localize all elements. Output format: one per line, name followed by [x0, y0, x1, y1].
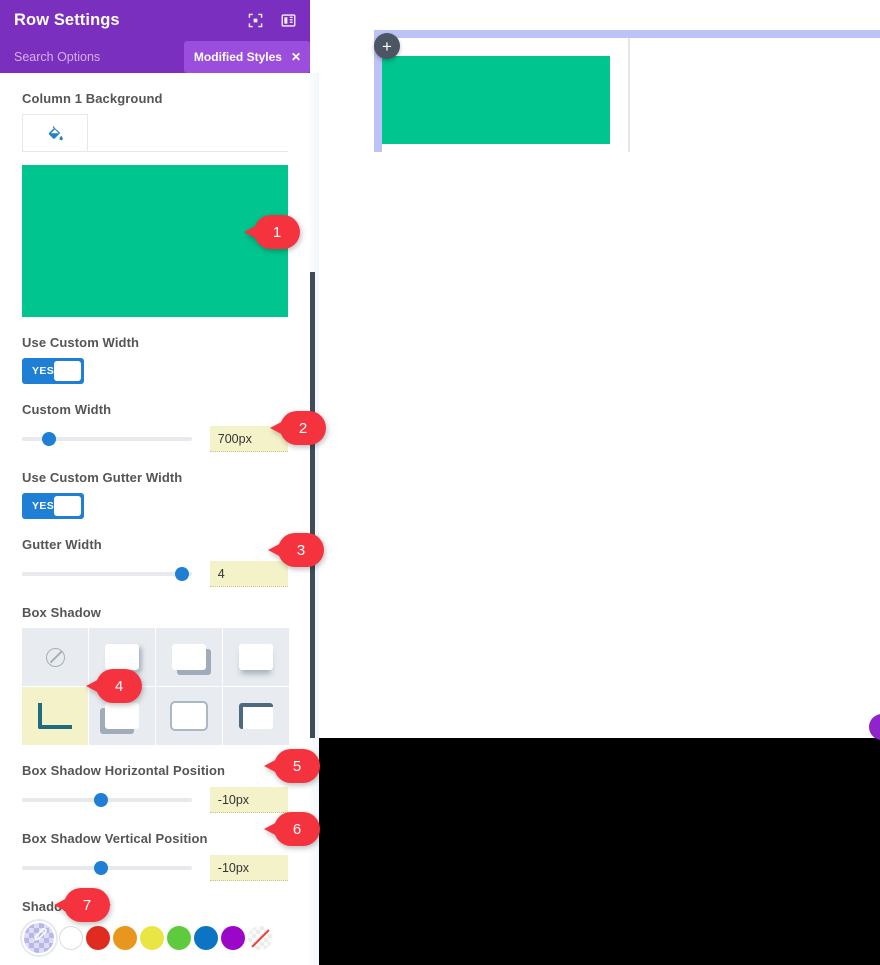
box-shadow-vertical-input[interactable]: -10px [209, 855, 288, 881]
toggle-value: YES [32, 500, 55, 512]
builder-preview-canvas [374, 30, 880, 152]
annotation-pin-4: 4 [86, 669, 142, 703]
swatch-white[interactable] [59, 926, 83, 950]
box-shadow-none-preset[interactable] [22, 628, 88, 686]
use-custom-width-label: Use Custom Width [22, 335, 140, 350]
annotation-pin-6: 6 [264, 812, 320, 846]
shadow-swatch [239, 644, 273, 670]
toggle-value: YES [32, 365, 55, 377]
pin-number: 5 [274, 749, 320, 783]
shadow-swatch [38, 703, 72, 729]
swatch-yellow[interactable] [140, 926, 164, 950]
pin-number: 4 [96, 669, 142, 703]
row-top-border [374, 30, 880, 38]
paint-bucket-icon [47, 125, 64, 142]
shadow-swatch [239, 703, 273, 729]
pin-number: 7 [64, 888, 110, 922]
add-module-button-column-2[interactable]: + [374, 33, 400, 59]
layout-panel-icon[interactable] [281, 13, 296, 28]
box-shadow-vertical-row: -10px [22, 855, 288, 881]
box-shadow-hard-offset-preset[interactable] [156, 628, 222, 686]
slider-handle[interactable] [174, 567, 189, 581]
swatch-none[interactable] [248, 926, 272, 950]
shadow-swatch [105, 703, 139, 729]
background-color-tab[interactable] [22, 114, 88, 152]
shadow-swatch [105, 644, 139, 670]
box-shadow-horizontal-input[interactable]: -10px [209, 787, 288, 813]
pin-number: 1 [254, 215, 300, 249]
column-background-label: Column 1 Background [22, 91, 163, 106]
swatch-green[interactable] [167, 926, 191, 950]
pin-number: 2 [280, 411, 326, 445]
swatch-blue[interactable] [194, 926, 218, 950]
gutter-width-slider[interactable] [22, 561, 192, 587]
swatch-purple[interactable] [221, 926, 245, 950]
box-shadow-outline-preset[interactable] [156, 687, 222, 745]
box-shadow-vertical-slider[interactable] [22, 855, 192, 881]
plus-icon: + [382, 36, 392, 56]
background-type-rest [88, 114, 288, 151]
use-custom-gutter-width-label: Use Custom Gutter Width [22, 470, 183, 485]
box-shadow-bracket-top-left-preset[interactable] [223, 687, 289, 745]
gutter-width-row: 4 [22, 561, 288, 587]
box-shadow-horizontal-row: -10px [22, 787, 288, 813]
pin-number: 3 [278, 533, 324, 567]
box-shadow-horizontal-slider[interactable] [22, 787, 192, 813]
panel-search-bar: Search Options Modified Styles ✕ [0, 41, 310, 73]
close-icon[interactable]: ✕ [291, 50, 301, 64]
toggle-knob [54, 496, 81, 516]
swatch-red[interactable] [86, 926, 110, 950]
background-overlay [310, 738, 880, 965]
slider-handle[interactable] [42, 432, 57, 446]
custom-width-row: 700px [22, 426, 288, 452]
use-custom-width-toggle[interactable]: YES [22, 358, 84, 384]
panel-scrollbar-thumb[interactable] [310, 272, 315, 738]
background-type-row [22, 114, 288, 152]
edge-purple-indicator [869, 714, 880, 740]
custom-width-label: Custom Width [22, 402, 112, 417]
column-1-background-block[interactable] [382, 56, 610, 144]
eyedropper-icon [31, 927, 48, 949]
panel-header: Row Settings [0, 0, 310, 41]
color-picker-button[interactable] [22, 921, 56, 955]
annotation-pin-1: 1 [244, 215, 300, 249]
annotation-pin-2: 2 [270, 411, 326, 445]
annotation-pin-5: 5 [264, 749, 320, 783]
slider-handle[interactable] [93, 793, 108, 807]
page-title: Row Settings [14, 11, 120, 29]
swatch-orange[interactable] [113, 926, 137, 950]
box-shadow-horizontal-label: Box Shadow Horizontal Position [22, 763, 226, 778]
slider-handle[interactable] [93, 861, 108, 875]
focus-target-icon[interactable] [248, 13, 263, 28]
shadow-color-swatch-row [22, 921, 288, 955]
modified-styles-label: Modified Styles [193, 49, 282, 64]
modified-styles-badge[interactable]: Modified Styles ✕ [183, 41, 310, 73]
toggle-knob [54, 361, 81, 381]
panel-header-icons [248, 13, 296, 28]
annotation-pin-3: 3 [268, 533, 324, 567]
custom-width-slider[interactable] [22, 426, 192, 452]
column-divider [628, 38, 630, 152]
box-shadow-bottom-preset[interactable] [223, 628, 289, 686]
search-input[interactable]: Search Options [14, 50, 100, 64]
box-shadow-vertical-label: Box Shadow Vertical Position [22, 831, 208, 846]
box-shadow-label: Box Shadow [22, 605, 102, 620]
annotation-pin-7: 7 [54, 888, 110, 922]
gutter-width-label: Gutter Width [22, 537, 102, 552]
shadow-swatch [172, 703, 206, 729]
shadow-swatch [172, 644, 206, 670]
box-shadow-bracket-bottom-left-preset[interactable] [22, 687, 88, 745]
use-custom-gutter-width-toggle[interactable]: YES [22, 493, 84, 519]
no-shadow-icon [45, 647, 65, 667]
screen-root: + + Row Settings [0, 0, 880, 965]
box-shadow-preset-grid [22, 628, 289, 745]
pin-number: 6 [274, 812, 320, 846]
slider-track [22, 572, 192, 576]
